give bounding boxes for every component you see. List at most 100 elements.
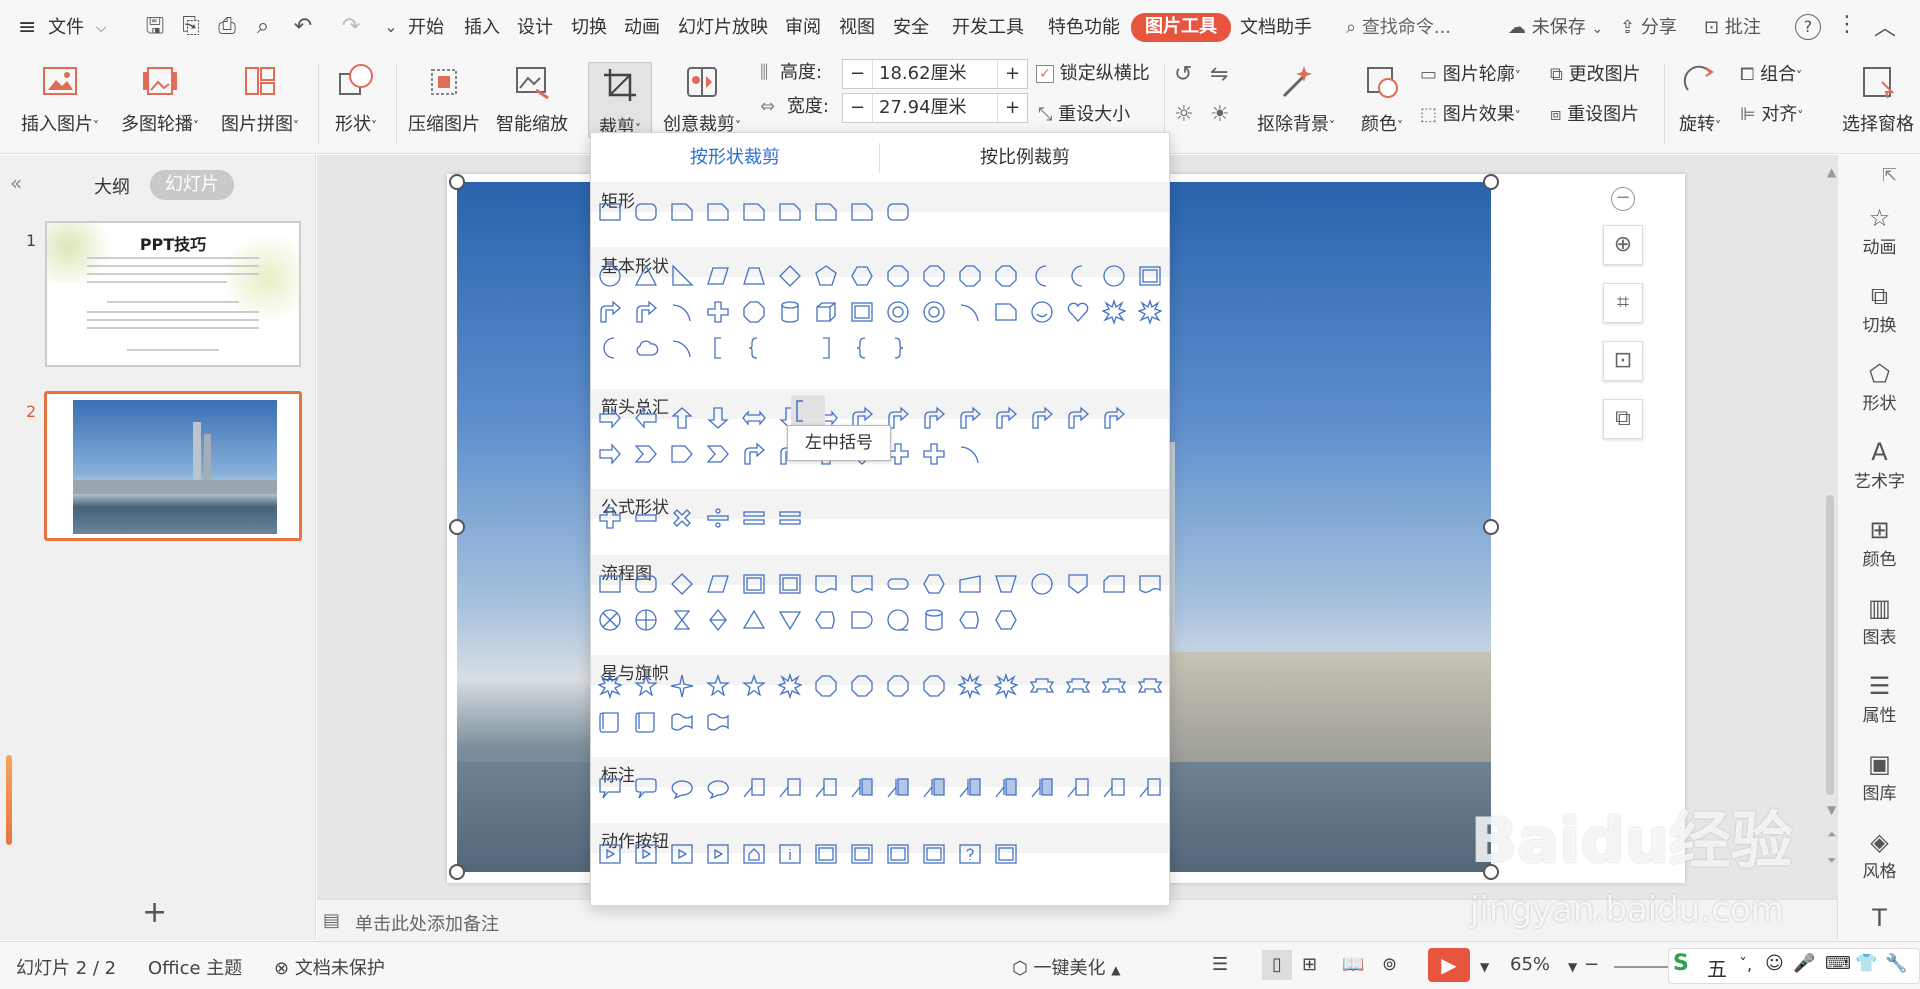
shape-option[interactable] (741, 841, 767, 867)
shape-button[interactable]: 形状˅ (326, 62, 386, 136)
decrease-height-button[interactable]: − (843, 60, 873, 88)
shape-option[interactable] (957, 672, 983, 700)
shape-option[interactable] (705, 607, 731, 633)
shape-option[interactable] (885, 199, 911, 225)
shape-option[interactable] (957, 405, 983, 431)
shape-option[interactable] (813, 199, 839, 225)
shape-option[interactable] (921, 571, 947, 597)
shape-option[interactable] (633, 841, 659, 867)
collapse-panel-icon[interactable]: « (10, 171, 22, 195)
compress-picture-button[interactable]: 压缩图片 (406, 62, 482, 136)
sorter-view-icon[interactable]: ⊞ (1302, 954, 1317, 975)
shape-option[interactable] (597, 405, 623, 431)
outline-tab[interactable]: 大纲 (94, 173, 130, 199)
shape-option[interactable] (813, 299, 839, 325)
shape-option[interactable] (633, 335, 659, 361)
protect-status[interactable]: ⊗ 文档未保护 (274, 954, 385, 980)
shape-option[interactable] (1137, 571, 1163, 597)
height-value[interactable]: 18.62厘米 (879, 60, 967, 88)
shape-option[interactable] (1065, 775, 1091, 801)
more-icon[interactable]: ⋮ (1836, 12, 1858, 37)
play-button[interactable]: ▶ (1428, 948, 1470, 982)
shape-option[interactable] (885, 775, 911, 801)
picture-effects-button[interactable]: ⬚ 图片效果˅ (1420, 102, 1521, 129)
shape-option[interactable] (957, 841, 983, 867)
sidebar-item-gallery[interactable]: ▣ 图库 (1838, 749, 1920, 804)
shape-option[interactable] (921, 673, 947, 699)
shape-option[interactable] (669, 673, 695, 699)
shape-option[interactable] (993, 775, 1019, 801)
shape-option[interactable] (885, 263, 911, 289)
shape-option[interactable] (1029, 775, 1055, 801)
shape-option[interactable] (957, 263, 983, 289)
shape-option[interactable] (669, 263, 695, 289)
search-command[interactable]: ⌕ 查找命令... (1346, 14, 1451, 42)
sidebar-item-wordart[interactable]: A 艺术字 (1838, 437, 1920, 492)
shape-option[interactable] (1137, 298, 1163, 326)
shape-option[interactable] (849, 673, 875, 699)
resize-handle[interactable] (1483, 519, 1499, 535)
shape-option[interactable] (669, 505, 695, 531)
flip-small-icon[interactable]: ⇋ (1210, 62, 1228, 87)
shape-option[interactable] (705, 405, 731, 431)
sidebar-item-transition[interactable]: ⧉ 切换 (1838, 281, 1920, 336)
shape-option[interactable] (633, 441, 659, 467)
rotate-left-small-icon[interactable]: ↺ (1174, 62, 1192, 87)
add-slide-icon[interactable]: + (142, 895, 167, 930)
reset-picture-button[interactable]: ⧈ 重设图片 (1550, 102, 1639, 128)
shape-option[interactable] (633, 571, 659, 597)
shape-option[interactable] (849, 299, 875, 325)
menu-slideshow[interactable]: 幻灯片放映 (678, 14, 768, 42)
shape-option[interactable] (633, 775, 659, 801)
picture-outline-button[interactable]: ▭ 图片轮廓˅ (1420, 62, 1521, 89)
shape-option[interactable] (1065, 571, 1091, 597)
shape-option[interactable] (849, 841, 875, 867)
resize-handle[interactable] (449, 519, 465, 535)
shape-option[interactable] (705, 505, 731, 531)
shape-option[interactable] (993, 405, 1019, 431)
shape-option[interactable] (849, 571, 875, 597)
help-icon[interactable]: ? (1795, 14, 1821, 40)
shape-option[interactable] (777, 199, 803, 225)
customize-icon[interactable]: ⌄ (378, 14, 404, 40)
shape-option[interactable] (813, 673, 839, 699)
shape-option[interactable] (849, 199, 875, 225)
shape-option[interactable] (1029, 299, 1055, 325)
beautify-button[interactable]: ⬡ 一键美化 ▲ (1012, 954, 1120, 980)
shape-option[interactable] (669, 335, 695, 361)
shape-option[interactable] (813, 571, 839, 597)
shape-option[interactable] (1137, 775, 1163, 801)
shape-option[interactable] (705, 841, 731, 867)
shape-option[interactable] (777, 263, 803, 289)
slide-thumbnail-1[interactable]: PPT技巧 (45, 221, 301, 367)
shape-option[interactable] (597, 672, 623, 700)
lock-ratio-checkbox[interactable]: ✓ 锁定纵横比 (1036, 61, 1150, 87)
menu-home[interactable]: 开始 (408, 14, 444, 42)
sidebar-item-shape[interactable]: ⬠ 形状 (1838, 359, 1920, 414)
reading-view-icon[interactable]: 📖 (1342, 954, 1364, 975)
shape-option[interactable] (1101, 571, 1127, 597)
shape-option[interactable] (741, 571, 767, 597)
zoom-out-icon[interactable]: − (1584, 954, 1599, 975)
multi-carousel-button[interactable]: 多图轮播˅ (118, 62, 202, 136)
brightness-up-icon[interactable]: ☼ (1174, 102, 1194, 127)
save-icon[interactable]: 🖫 (142, 14, 168, 40)
collapse-ribbon-icon[interactable]: ︿ (1874, 10, 1896, 42)
shape-option[interactable] (993, 672, 1019, 700)
shape-option[interactable] (777, 672, 803, 700)
picture-collage-button[interactable]: 图片拼图˅ (218, 62, 302, 136)
insert-picture-button[interactable]: 插入图片˅ (18, 62, 102, 136)
resize-handle[interactable] (449, 174, 465, 190)
resize-handle[interactable] (449, 864, 465, 880)
sidebar-item-properties[interactable]: ☰ 属性 (1838, 671, 1920, 726)
menu-animation[interactable]: 动画 (624, 14, 660, 42)
shape-option[interactable] (1029, 571, 1055, 597)
shape-option[interactable] (1101, 775, 1127, 801)
shape-option[interactable] (633, 505, 659, 531)
shape-option[interactable] (669, 841, 695, 867)
rotate-button[interactable]: 旋转˅ (1672, 62, 1728, 136)
picture-convert-icon[interactable]: ⧉ (1603, 399, 1643, 439)
shape-option[interactable] (921, 841, 947, 867)
resize-handle[interactable] (1483, 174, 1499, 190)
shape-option[interactable] (813, 263, 839, 289)
